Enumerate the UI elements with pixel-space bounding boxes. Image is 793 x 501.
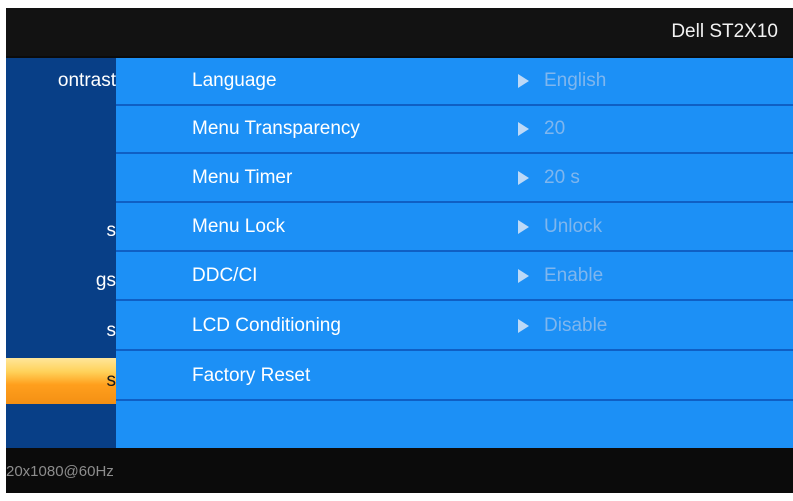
menu-row-value: 20: [544, 118, 566, 139]
sidebar-item-label: ontrast: [57, 70, 116, 91]
menu-row-language[interactable]: Language English: [116, 58, 793, 106]
sidebar-item-label: s: [106, 320, 117, 341]
play-arrow-icon: [518, 220, 529, 234]
menu-row-value: Enable: [544, 265, 604, 286]
play-arrow-icon: [518, 74, 529, 88]
menu-row-menu-lock[interactable]: Menu Lock Unlock: [116, 204, 793, 252]
sidebar-item-color-settings[interactable]: s: [6, 208, 117, 254]
monitor-model-title: Dell ST2X10: [671, 21, 778, 42]
sidebar-item-input-source[interactable]: [6, 158, 116, 204]
menu-row-label: DDC/CI: [192, 265, 258, 286]
sidebar-item-energy-settings[interactable]: s: [6, 308, 117, 354]
menu-row-value: Disable: [544, 315, 608, 336]
menu-row-lcd-conditioning[interactable]: LCD Conditioning Disable: [116, 303, 793, 351]
menu-row-ddc-ci[interactable]: DDC/CI Enable: [116, 253, 793, 301]
sidebar-item-label: gs: [95, 270, 116, 291]
menu-row-label: Language: [192, 70, 277, 91]
sidebar-item-brightness-contrast[interactable]: ontrast: [6, 58, 116, 104]
sidebar-item-other-settings[interactable]: s: [6, 358, 116, 404]
menu-row-label: Menu Timer: [192, 167, 293, 188]
menu-row-label: LCD Conditioning: [192, 315, 341, 336]
sidebar-item-display-settings[interactable]: gs: [6, 258, 116, 304]
settings-panel: Language English Menu Transparency 20 Me…: [116, 58, 793, 448]
osd-menu: Dell ST2X10 ontrast s gs s s Language En…: [6, 8, 793, 493]
sidebar-item-label: s: [106, 220, 117, 241]
play-arrow-icon: [518, 122, 529, 136]
play-arrow-icon: [518, 269, 529, 283]
sidebar-item-label: s: [106, 370, 117, 391]
menu-row-empty: [116, 403, 793, 449]
menu-row-factory-reset[interactable]: Factory Reset: [116, 353, 793, 401]
menu-row-value: 20 s: [544, 167, 580, 188]
menu-row-value: English: [544, 70, 607, 91]
menu-row-label: Menu Transparency: [192, 118, 360, 139]
play-arrow-icon: [518, 319, 529, 333]
menu-row-menu-transparency[interactable]: Menu Transparency 20: [116, 106, 793, 154]
menu-row-menu-timer[interactable]: Menu Timer 20 s: [116, 155, 793, 203]
sidebar-item-empty: [6, 408, 116, 448]
resolution-readout: 20x1080@60Hz: [6, 463, 114, 480]
menu-row-value: Unlock: [544, 216, 603, 237]
menu-row-label: Menu Lock: [192, 216, 285, 237]
play-arrow-icon: [518, 171, 529, 185]
osd-header: Dell ST2X10: [6, 8, 793, 56]
sidebar-item-auto-adjust[interactable]: [6, 108, 116, 154]
sidebar: ontrast s gs s s: [6, 58, 116, 448]
menu-row-label: Factory Reset: [192, 365, 311, 386]
osd-footer: 20x1080@60Hz: [6, 448, 793, 493]
